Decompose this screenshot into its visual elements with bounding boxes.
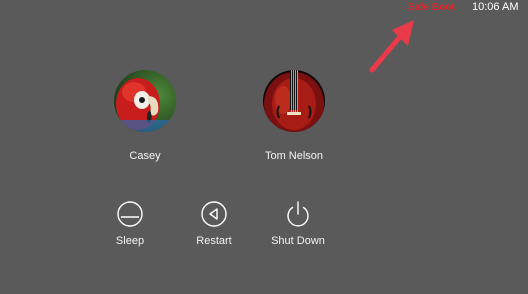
sleep-button[interactable]: Sleep — [90, 199, 170, 247]
shut-down-button[interactable]: Shut Down — [258, 199, 338, 247]
shut-down-label: Shut Down — [271, 235, 325, 247]
annotation-arrow-icon — [369, 20, 414, 73]
restart-icon — [201, 201, 227, 227]
user-casey[interactable]: Casey — [90, 70, 200, 162]
clock: 10:06 AM — [472, 1, 519, 13]
user-tom-nelson[interactable]: Tom Nelson — [239, 70, 349, 162]
safe-boot-indicator: Safe Boot — [408, 2, 455, 13]
sleep-label: Sleep — [115, 235, 145, 247]
sleep-icon — [117, 201, 143, 227]
power-icon — [287, 201, 309, 227]
restart-button[interactable]: Restart — [174, 199, 254, 247]
parrot-avatar — [114, 70, 176, 132]
violin-avatar — [263, 70, 325, 132]
user-name: Casey — [129, 150, 161, 162]
user-name: Tom Nelson — [264, 150, 324, 162]
restart-label: Restart — [196, 235, 232, 247]
